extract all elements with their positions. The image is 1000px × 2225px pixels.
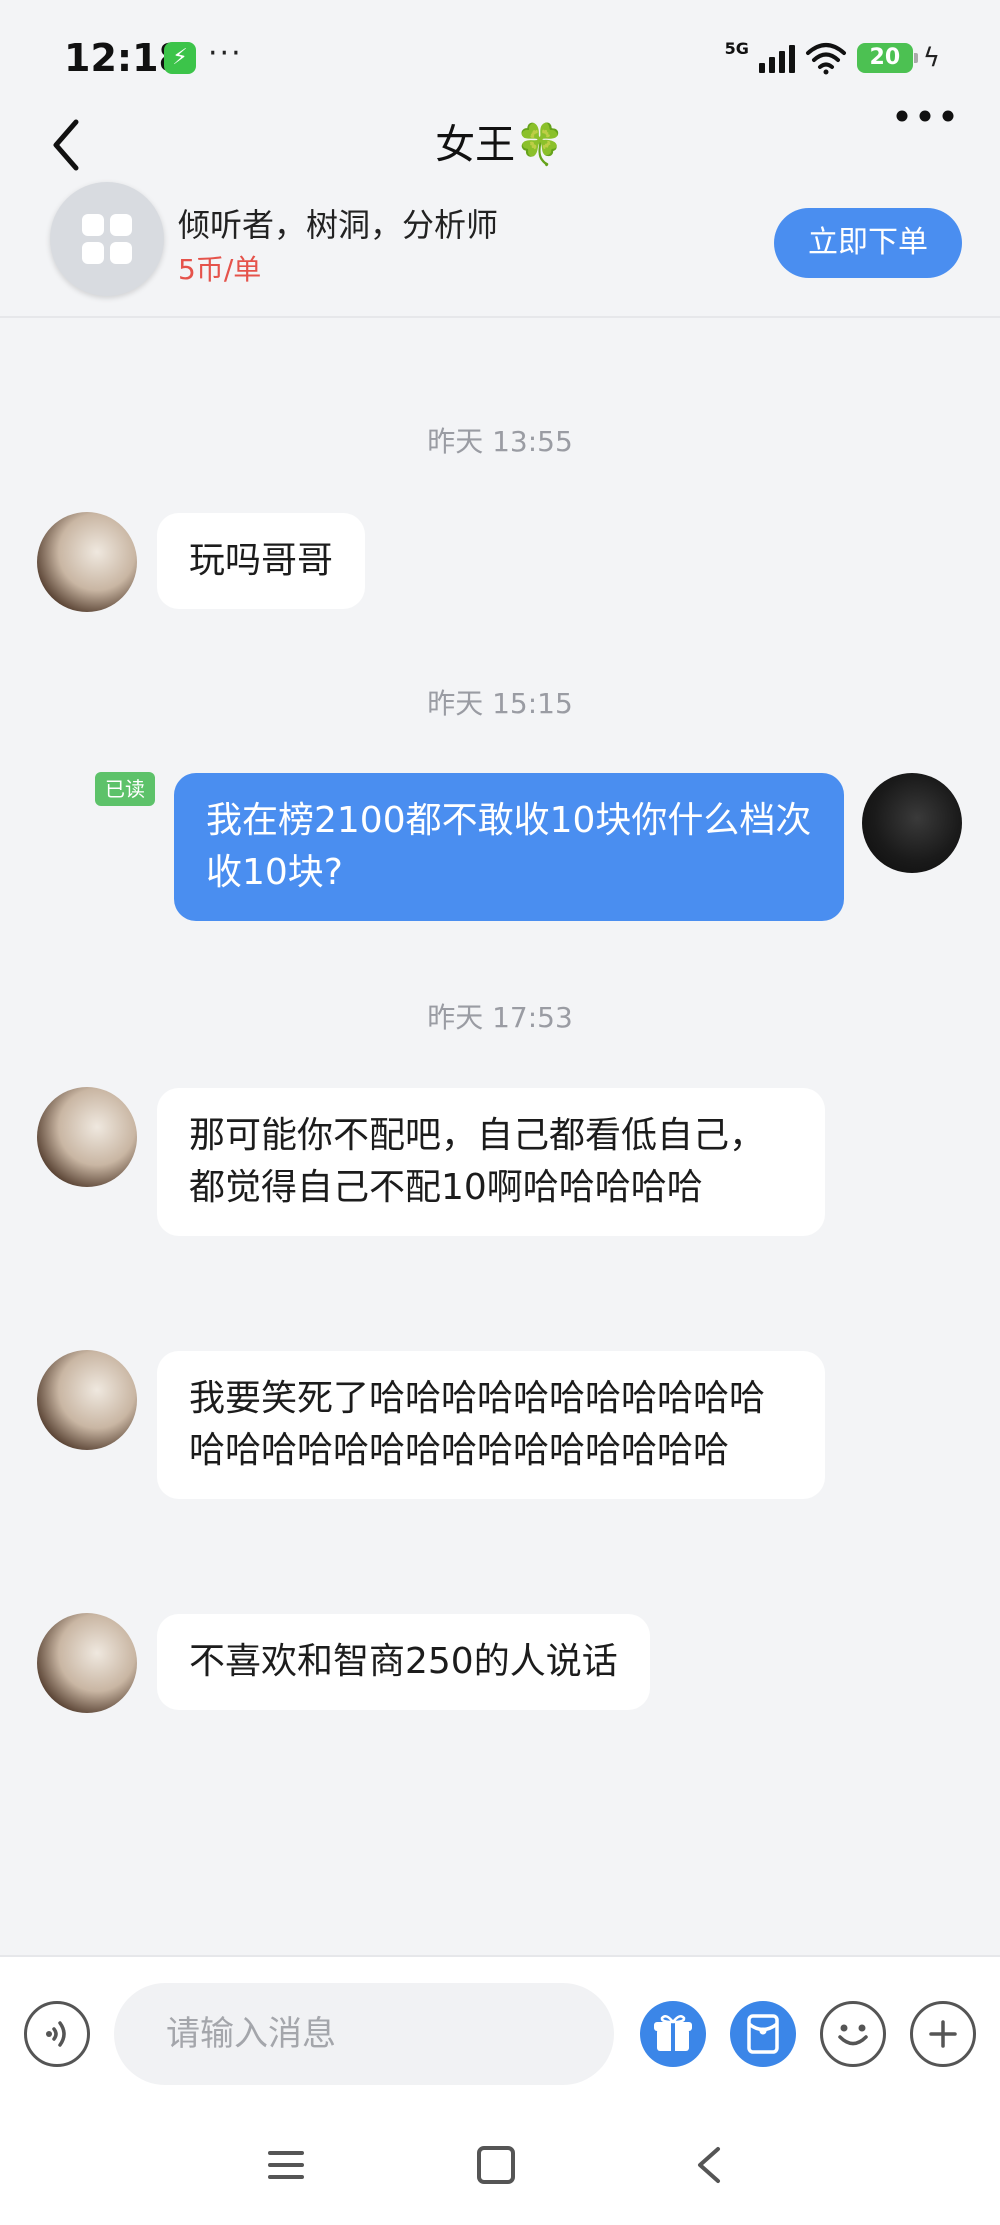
wifi-icon [805, 43, 846, 75]
system-nav-bar [0, 2105, 1000, 2225]
emoji-icon [838, 2024, 868, 2046]
message-bubble-outgoing[interactable]: 我在榜2100都不敢收10块你什么档次收10块? [174, 773, 844, 921]
read-status-badge: 已读 [95, 772, 155, 806]
contact-avatar[interactable] [37, 1350, 137, 1450]
contact-avatar[interactable] [37, 1087, 137, 1187]
more-actions-button[interactable] [910, 2001, 976, 2067]
contact-avatar[interactable] [37, 512, 137, 612]
more-notifications-icon: ··· [208, 36, 243, 71]
order-now-button[interactable]: 立即下单 [774, 208, 962, 278]
my-avatar[interactable] [862, 773, 962, 873]
timestamp-label: 昨天 13:55 [427, 425, 573, 458]
timestamp-label: 昨天 15:15 [427, 687, 573, 720]
contact-avatar[interactable] [37, 1613, 137, 1713]
status-indicators: 5G 20 ϟ [725, 38, 940, 78]
battery-icon: 20 [856, 43, 918, 73]
network-type: 5G [724, 38, 749, 58]
menu-icon [268, 2151, 304, 2179]
message-input-bar [0, 1955, 1000, 2105]
service-card: 倾听者，树洞，分析师 5币/单 立即下单 [0, 170, 1000, 318]
chat-messages[interactable]: 昨天 13:55 玩吗哥哥 昨天 15:15 已读 我在榜2100都不敢收10块… [0, 320, 1000, 1955]
red-packet-icon [747, 2014, 779, 2054]
message-input[interactable] [114, 1983, 614, 2085]
service-price: 5币/单 [178, 253, 262, 286]
signal-icon [758, 43, 795, 73]
charging-icon: ϟ [922, 43, 940, 73]
home-button[interactable] [466, 2135, 526, 2195]
recent-apps-button[interactable] [256, 2135, 316, 2195]
app-notification-icon: ⚡ [164, 42, 196, 74]
chevron-left-icon [698, 2147, 720, 2183]
apps-grid-icon [82, 214, 132, 264]
gift-icon [654, 2014, 692, 2051]
home-square-icon [477, 2146, 515, 2184]
plus-icon [929, 2020, 957, 2048]
gift-button[interactable] [640, 2001, 706, 2067]
status-bar: 12:18 ⚡ ··· 5G 20 ϟ [0, 0, 1000, 90]
voice-icon [46, 2021, 66, 2047]
message-bubble-incoming[interactable]: 我要笑死了哈哈哈哈哈哈哈哈哈哈哈哈哈哈哈哈哈哈哈哈哈哈哈哈哈哈 [157, 1351, 825, 1499]
service-avatar [50, 182, 164, 296]
message-bubble-incoming[interactable]: 玩吗哥哥 [157, 513, 366, 609]
emoji-button[interactable] [820, 2001, 886, 2067]
message-bubble-incoming[interactable]: 那可能你不配吧，自己都看低自己，都觉得自己不配10啊哈哈哈哈哈 [157, 1088, 825, 1236]
red-packet-button[interactable] [730, 2001, 796, 2067]
service-name: 倾听者，树洞，分析师 [178, 206, 499, 244]
system-back-button[interactable] [680, 2135, 740, 2195]
timestamp-label: 昨天 17:53 [427, 1001, 573, 1034]
voice-button[interactable] [24, 2001, 90, 2067]
message-bubble-incoming[interactable]: 不喜欢和智商250的人说话 [157, 1614, 650, 1710]
